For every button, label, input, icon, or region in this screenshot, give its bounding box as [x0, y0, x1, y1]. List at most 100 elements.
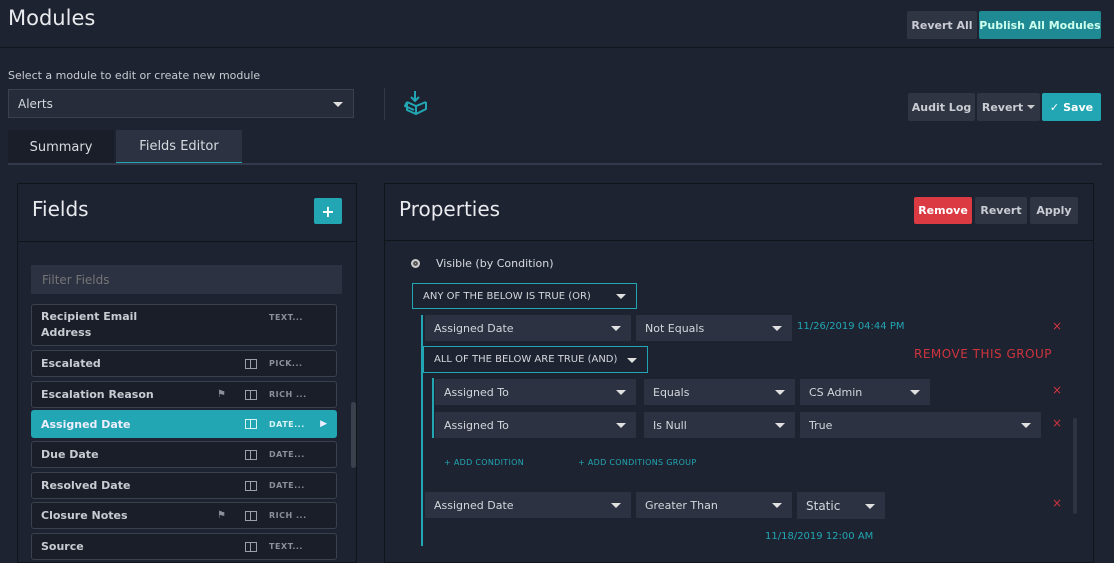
value: Is Null	[653, 418, 687, 432]
field-type: DATE...	[269, 450, 305, 459]
and-group-select[interactable]: ALL OF THE BELOW ARE TRUE (AND)	[423, 346, 648, 373]
field-name: Source	[41, 540, 84, 553]
chevron-down-icon	[775, 390, 785, 395]
visibility-radio[interactable]	[411, 259, 420, 268]
layout-icon	[245, 541, 257, 552]
field-name: Recipient Email Address	[41, 310, 138, 339]
field-item[interactable]: Escalated PICK...	[31, 350, 337, 377]
revert-all-button[interactable]: Revert All	[907, 11, 977, 39]
chevron-down-icon	[616, 423, 626, 428]
chevron-down-icon	[775, 423, 785, 428]
divider	[385, 240, 1093, 241]
add-conditions-group-link[interactable]: + ADD CONDITIONS GROUP	[578, 458, 696, 467]
field-type: DATE...	[269, 481, 305, 490]
cond4-value-type[interactable]: Static	[797, 492, 885, 519]
field-item[interactable]: Due Date DATE...	[31, 441, 337, 468]
flag-icon: ⚑	[217, 389, 226, 400]
chevron-down-icon	[772, 503, 782, 508]
remove-condition-icon[interactable]: ×	[1052, 496, 1062, 510]
layout-icon	[245, 480, 257, 491]
field-name: Assigned Date	[41, 417, 131, 431]
caret-right-icon: ▶	[320, 419, 327, 429]
cond3-value[interactable]: True	[800, 412, 1041, 438]
layout-icon	[245, 419, 257, 429]
module-select[interactable]: Alerts	[8, 89, 354, 118]
cond3-field[interactable]: Assigned To	[435, 412, 636, 438]
cond4-date[interactable]: 11/18/2019 12:00 AM	[765, 531, 873, 542]
cond3-operator[interactable]: Is Null	[644, 412, 795, 438]
value: Assigned Date	[434, 498, 514, 512]
fields-title: Fields	[32, 197, 89, 221]
scrollbar[interactable]	[351, 402, 356, 468]
flag-icon: ⚑	[217, 510, 226, 521]
revert-label: Revert	[981, 100, 1024, 114]
chevron-down-icon	[1021, 423, 1031, 428]
or-group-label: ANY OF THE BELOW IS TRUE (OR)	[423, 290, 591, 302]
audit-log-button[interactable]: Audit Log	[908, 93, 975, 121]
remove-button[interactable]: Remove	[914, 197, 972, 224]
layout-icon	[245, 358, 257, 369]
field-item[interactable]: Resolved Date DATE...	[31, 472, 337, 499]
scrollbar[interactable]	[1073, 418, 1077, 514]
field-name: Closure Notes	[41, 509, 128, 522]
value: Assigned To	[444, 385, 509, 399]
save-button[interactable]: ✓ Save	[1042, 93, 1101, 121]
cond1-operator[interactable]: Not Equals	[636, 315, 792, 341]
field-name: Resolved Date	[41, 479, 131, 492]
add-condition-link[interactable]: + ADD CONDITION	[444, 458, 524, 467]
value: CS Admin	[809, 385, 863, 399]
remove-condition-icon[interactable]: ×	[1052, 383, 1062, 397]
tab-fields-editor[interactable]: Fields Editor	[116, 130, 242, 164]
divider	[384, 88, 385, 120]
chevron-down-icon	[627, 357, 637, 363]
filter-fields-input[interactable]	[31, 265, 342, 294]
value: True	[809, 418, 833, 432]
label: ADD CONDITION	[453, 458, 525, 467]
chevron-down-icon	[616, 294, 626, 299]
revert-button[interactable]: Revert	[975, 197, 1027, 224]
add-field-button[interactable]: +	[314, 198, 342, 224]
field-type: TEXT...	[269, 313, 303, 322]
divider	[8, 163, 1102, 165]
tab-summary[interactable]: Summary	[8, 130, 114, 164]
field-type: RICH ...	[269, 511, 307, 520]
chevron-down-icon	[616, 390, 626, 395]
field-name: Escalation Reason	[41, 388, 154, 401]
chevron-down-icon	[772, 326, 782, 331]
save-label: Save	[1063, 100, 1094, 114]
and-group-label: ALL OF THE BELOW ARE TRUE (AND)	[434, 354, 618, 365]
cond1-field[interactable]: Assigned Date	[425, 315, 631, 341]
cond4-operator[interactable]: Greater Than	[636, 492, 792, 518]
field-item[interactable]: Source TEXT...	[31, 533, 337, 560]
chevron-down-icon	[333, 101, 343, 107]
layout-icon	[245, 449, 257, 460]
divider	[0, 47, 1114, 48]
cond2-value[interactable]: CS Admin	[800, 379, 930, 405]
field-item[interactable]: Recipient Email Address TEXT...	[31, 304, 337, 346]
layout-icon	[245, 389, 257, 400]
remove-condition-icon[interactable]: ×	[1052, 319, 1062, 333]
revert-dropdown-button[interactable]: Revert	[977, 93, 1040, 121]
visibility-label: Visible (by Condition)	[436, 257, 554, 270]
cond4-field[interactable]: Assigned Date	[425, 492, 631, 518]
field-item[interactable]: Escalation Reason ⚑ RICH ...	[31, 381, 337, 408]
apply-button[interactable]: Apply	[1030, 197, 1078, 224]
cond2-field[interactable]: Assigned To	[435, 379, 636, 405]
or-group-select[interactable]: ANY OF THE BELOW IS TRUE (OR)	[412, 283, 637, 309]
publish-all-button[interactable]: Publish All Modules	[979, 11, 1101, 39]
remove-condition-icon[interactable]: ×	[1052, 416, 1062, 430]
value: Assigned Date	[434, 321, 514, 335]
field-item[interactable]: Closure Notes ⚑ RICH ...	[31, 502, 337, 529]
import-package-icon[interactable]	[403, 90, 432, 122]
cond1-value[interactable]: 11/26/2019 04:44 PM	[797, 321, 904, 332]
value: Static	[806, 498, 841, 513]
module-select-value: Alerts	[18, 96, 53, 111]
remove-group-link[interactable]: REMOVE THIS GROUP	[914, 347, 1052, 361]
module-select-label: Select a module to edit or create new mo…	[8, 69, 261, 82]
cond2-operator[interactable]: Equals	[644, 379, 795, 405]
field-type: RICH ...	[269, 390, 307, 399]
check-icon: ✓	[1049, 100, 1060, 114]
divider	[18, 241, 356, 242]
chevron-down-icon	[611, 503, 621, 508]
field-item[interactable]: Assigned Date DATE... ▶	[31, 410, 337, 438]
